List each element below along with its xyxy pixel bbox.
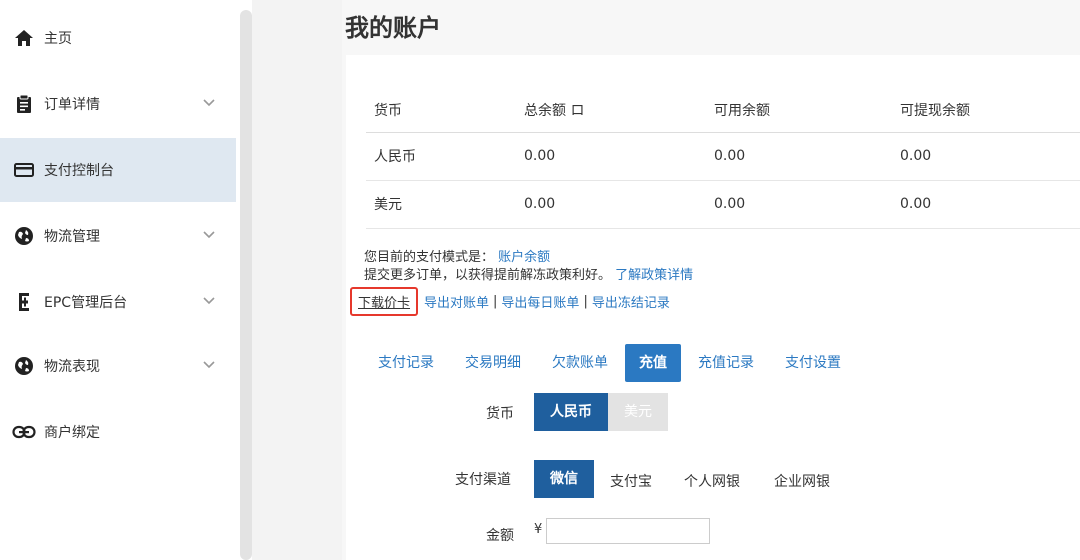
- sidebar-item-logistics-performance[interactable]: 物流表现: [0, 334, 236, 398]
- currency-option-usd[interactable]: 美元: [608, 393, 668, 431]
- payment-mode-value: 账户余额: [498, 250, 551, 265]
- page-title: 我的账户: [345, 14, 441, 42]
- sidebar-item-label: 物流表现: [44, 359, 100, 375]
- column-header: 货币: [366, 88, 516, 133]
- chevron-down-icon: [203, 297, 215, 305]
- currency-symbol: ¥: [534, 522, 543, 537]
- cell-withdrawable: 0.00: [892, 132, 1080, 181]
- link-icon: [12, 421, 36, 443]
- currency-option-cny[interactable]: 人民币: [534, 393, 608, 431]
- sidebar-item-label: EPC管理后台: [44, 295, 128, 311]
- chevron-down-icon: [203, 361, 215, 369]
- tab-recharge[interactable]: 充值: [625, 344, 681, 382]
- cell-currency: 人民币: [366, 132, 516, 181]
- currency-label: 货币: [486, 406, 514, 422]
- tab-transactions[interactable]: 交易明细: [451, 344, 535, 382]
- globe-icon: [12, 355, 36, 377]
- channel-selector: 微信: [534, 460, 594, 498]
- sidebar-item-label: 支付控制台: [44, 163, 114, 179]
- policy-details-link[interactable]: 了解政策详情: [615, 268, 693, 283]
- cell-total: 0.00: [516, 132, 706, 181]
- separator: |: [583, 294, 588, 309]
- sidebar-scrollbar[interactable]: [240, 10, 252, 560]
- sidebar-item-merchant-binding[interactable]: 商户绑定: [0, 400, 236, 464]
- cell-total: 0.00: [516, 180, 706, 229]
- cell-currency: 美元: [366, 180, 516, 229]
- sidebar-item-logistics[interactable]: 物流管理: [0, 204, 236, 268]
- payment-mode-line: 您目前的支付模式是： 账户余额: [364, 246, 550, 265]
- sidebar-item-label: 商户绑定: [44, 425, 100, 441]
- sidebar-item-label: 物流管理: [44, 229, 100, 245]
- sidebar-item-label: 订单详情: [44, 97, 100, 113]
- column-header: 可用余额: [706, 88, 892, 133]
- sidebar-item-label: 主页: [44, 31, 72, 47]
- tab-recharge-records[interactable]: 充值记录: [684, 344, 768, 382]
- export-links: 下载价卡 导出对账单 | 导出每日账单 | 导出冻结记录: [350, 287, 670, 316]
- policy-line: 提交更多订单，以获得提前解冻政策利好。 了解政策详情: [364, 264, 693, 283]
- tab-arrears[interactable]: 欠款账单: [538, 344, 622, 382]
- globe-icon: [12, 225, 36, 247]
- channel-label: 支付渠道: [455, 472, 511, 488]
- download-price-card-link[interactable]: 下载价卡: [350, 287, 419, 316]
- e-icon: [12, 291, 36, 313]
- payment-mode-prefix: 您目前的支付模式是：: [364, 250, 495, 265]
- sidebar-item-home[interactable]: 主页: [0, 6, 236, 70]
- currency-selector: 人民币 美元: [534, 393, 668, 431]
- home-icon: [12, 27, 36, 49]
- policy-text: 提交更多订单，以获得提前解冻政策利好。: [364, 268, 612, 283]
- cell-available: 0.00: [706, 132, 892, 181]
- sidebar: 主页 订单详情 支付控制台 物流管理 EPC管理后台 物流表现 商户绑定: [0, 0, 236, 560]
- separator: |: [493, 294, 498, 309]
- export-frozen-link[interactable]: 导出冻结记录: [592, 292, 670, 311]
- table-row: 美元 0.00 0.00 0.00: [366, 180, 1080, 229]
- clipboard-icon: [12, 93, 36, 115]
- column-header: 可提现余额: [892, 88, 1080, 133]
- account-tabs: 支付记录 交易明细 欠款账单 充值 充值记录 支付设置: [364, 344, 858, 382]
- table-row: 人民币 0.00 0.00 0.00: [366, 132, 1080, 181]
- channel-option-corporate-bank[interactable]: 企业网银: [774, 471, 830, 491]
- cell-withdrawable: 0.00: [892, 180, 1080, 229]
- table-header-row: 货币 总余额 ロ 可用余额 可提现余额: [366, 88, 1080, 133]
- gutter: [252, 0, 342, 560]
- export-daily-link[interactable]: 导出每日账单: [501, 292, 579, 311]
- chevron-down-icon: [203, 99, 215, 107]
- sidebar-item-payment-console[interactable]: 支付控制台: [0, 138, 236, 202]
- channel-option-wechat[interactable]: 微信: [534, 460, 594, 498]
- tab-payment-settings[interactable]: 支付设置: [771, 344, 855, 382]
- sidebar-item-epc-admin[interactable]: EPC管理后台: [0, 270, 236, 334]
- cell-available: 0.00: [706, 180, 892, 229]
- sidebar-item-orders[interactable]: 订单详情: [0, 72, 236, 136]
- column-header: 总余额 ロ: [516, 88, 706, 133]
- balance-table: 货币 总余额 ロ 可用余额 可提现余额 人民币 0.00 0.00 0.00 美…: [366, 88, 1080, 229]
- amount-input[interactable]: [546, 518, 710, 544]
- tab-payment-records[interactable]: 支付记录: [364, 344, 448, 382]
- channel-option-alipay[interactable]: 支付宝: [610, 471, 652, 491]
- amount-label: 金额: [486, 528, 514, 544]
- channel-option-personal-bank[interactable]: 个人网银: [684, 471, 740, 491]
- chevron-down-icon: [203, 231, 215, 239]
- export-reconciliation-link[interactable]: 导出对账单: [424, 292, 489, 311]
- credit-card-icon: [12, 159, 36, 181]
